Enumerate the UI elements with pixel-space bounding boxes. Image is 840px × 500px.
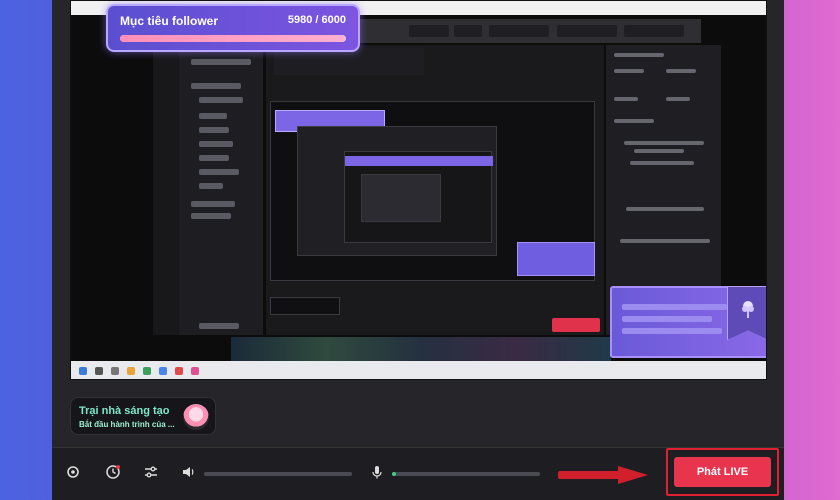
goal-progress-bar [120,35,346,42]
captured-game-footage [231,337,611,361]
goal-count: 5980 / 6000 [287,14,346,26]
rose-badge-icon [727,286,766,340]
captured-live-button [552,318,600,332]
go-live-highlight: Phát LIVE [666,448,779,496]
go-live-button[interactable]: Phát LIVE [674,457,771,487]
gear-icon[interactable] [64,464,82,482]
captured-side-icons [153,45,179,335]
speaker-icon[interactable] [180,464,198,482]
goal-title: Mục tiêu follower [120,14,219,28]
alert-widget [610,286,766,358]
creator-card-title: Trại nhà sáng tạo [79,405,170,417]
red-arrow-annotation [558,466,648,484]
creator-camp-card[interactable]: Trại nhà sáng tạo Bắt đầu hành trình của… [70,397,216,435]
live-studio-window: Mục tiêu follower 5980 / 6000 Trại nhà s… [52,0,784,500]
creator-card-subtitle: Bắt đầu hành trình của ... [79,420,175,429]
clock-badge-icon[interactable] [104,464,122,482]
speaker-volume-slider[interactable] [204,472,352,476]
follower-goal-widget: Mục tiêu follower 5980 / 6000 [106,4,360,52]
creator-avatar [183,404,209,430]
captured-taskbar [71,361,766,379]
mic-level-fill [392,472,397,476]
mic-level-slider[interactable] [392,472,540,476]
sliders-icon[interactable] [142,464,160,482]
goal-progress-fill [120,35,346,42]
stream-preview: Mục tiêu follower 5980 / 6000 [70,0,767,380]
microphone-icon[interactable] [368,464,386,482]
captured-preview-panel [266,45,604,335]
control-bar: Phát LIVE [52,447,784,500]
